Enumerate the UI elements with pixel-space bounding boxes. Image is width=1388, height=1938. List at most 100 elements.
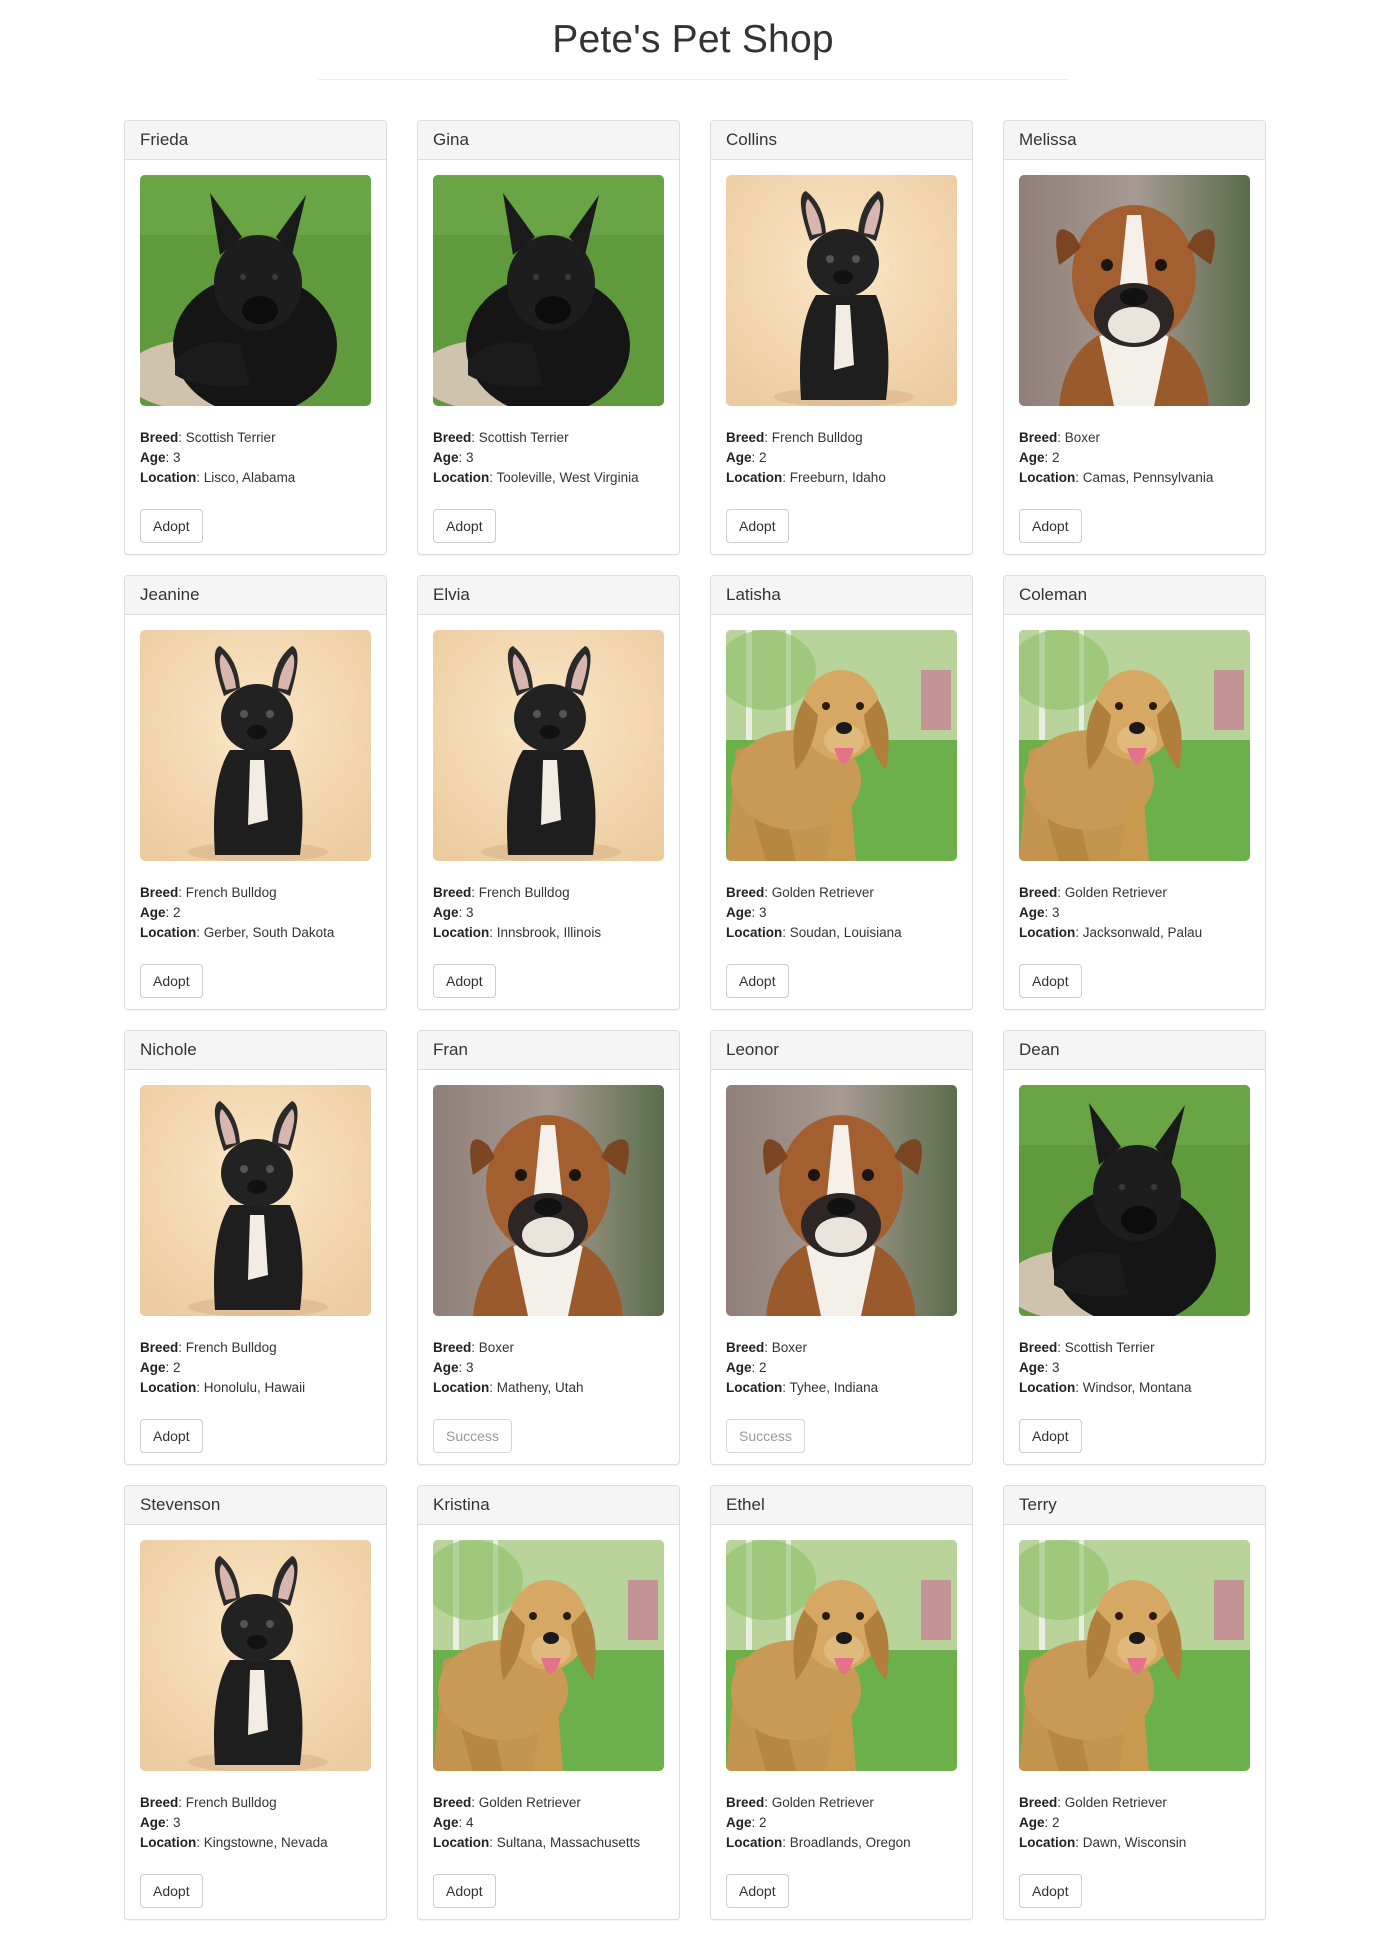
pet-age: 2 — [173, 1360, 181, 1375]
pet-card-body: Breed: French Bulldog Age: 2 Location: G… — [125, 615, 386, 1013]
adopt-button[interactable]: Adopt — [1019, 1419, 1082, 1453]
adopt-button[interactable]: Adopt — [140, 1419, 203, 1453]
pet-age-row: Age: 3 — [140, 1815, 181, 1830]
boxer-photo — [1019, 175, 1250, 406]
location-label: Location — [433, 1835, 490, 1850]
pet-card: Gina Breed: Scottish Terrier Age: 3 Loca… — [417, 120, 680, 555]
success-button[interactable]: Success — [726, 1419, 805, 1453]
pet-card-body: Breed: Boxer Age: 2 Location: Tyhee, Ind… — [711, 1070, 972, 1468]
pet-card-body: Breed: Golden Retriever Age: 4 Location:… — [418, 1525, 679, 1923]
scottish-terrier-photo — [433, 175, 664, 406]
breed-label: Breed — [726, 430, 765, 445]
adopt-button[interactable]: Adopt — [726, 509, 789, 543]
pet-breed-row: Breed: Golden Retriever — [726, 885, 874, 900]
breed-label: Breed — [140, 430, 179, 445]
pet-breed-row: Breed: French Bulldog — [140, 1340, 277, 1355]
pet-age-row: Age: 3 — [433, 1360, 474, 1375]
pet-breed-row: Breed: Scottish Terrier — [1019, 1340, 1155, 1355]
pet-card: Dean Breed: Scottish Terrier Age: 3 Loca… — [1003, 1030, 1266, 1465]
pet-card: Frieda Breed: Scottish Terrier Age: 3 Lo… — [124, 120, 387, 555]
location-label: Location — [140, 470, 197, 485]
pet-breed-row: Breed: Golden Retriever — [433, 1795, 581, 1810]
pet-location: Broadlands, Oregon — [789, 1835, 911, 1850]
pet-breed: Scottish Terrier — [185, 430, 276, 445]
age-label: Age — [433, 1360, 459, 1375]
pet-age-row: Age: 2 — [140, 1360, 181, 1375]
pet-age: 2 — [759, 1360, 767, 1375]
pet-breed-row: Breed: Boxer — [1019, 430, 1101, 445]
pet-location: Dawn, Wisconsin — [1082, 1835, 1187, 1850]
age-label: Age — [140, 905, 166, 920]
adopt-button[interactable]: Adopt — [433, 1874, 496, 1908]
adopt-button[interactable]: Adopt — [1019, 509, 1082, 543]
pet-location: Matheny, Utah — [496, 1380, 584, 1395]
pet-info: Breed: Golden Retriever Age: 3 Location:… — [1019, 883, 1250, 943]
pet-breed-row: Breed: French Bulldog — [140, 1795, 277, 1810]
adopt-button[interactable]: Adopt — [140, 509, 203, 543]
pet-name: Elvia — [418, 576, 679, 615]
boxer-photo — [726, 1085, 957, 1316]
pet-age: 3 — [1052, 905, 1060, 920]
breed-label: Breed — [433, 1795, 472, 1810]
pet-breed: Golden Retriever — [771, 1795, 874, 1810]
adopt-button[interactable]: Adopt — [726, 1874, 789, 1908]
pet-card-body: Breed: French Bulldog Age: 2 Location: H… — [125, 1070, 386, 1468]
pet-name: Fran — [418, 1031, 679, 1070]
pet-age: 2 — [759, 450, 767, 465]
pet-age-row: Age: 3 — [1019, 1360, 1060, 1375]
age-label: Age — [140, 1815, 166, 1830]
pet-breed-row: Breed: Golden Retriever — [1019, 885, 1167, 900]
pet-location: Gerber, South Dakota — [203, 925, 335, 940]
breed-label: Breed — [726, 1340, 765, 1355]
pet-location-row: Location: Broadlands, Oregon — [726, 1835, 911, 1850]
breed-label: Breed — [1019, 885, 1058, 900]
pet-location-row: Location: Jacksonwald, Palau — [1019, 925, 1203, 940]
adopt-button[interactable]: Adopt — [433, 509, 496, 543]
pet-location: Lisco, Alabama — [203, 470, 296, 485]
breed-label: Breed — [140, 1340, 179, 1355]
pet-location: Tooleville, West Virginia — [496, 470, 639, 485]
adopt-button[interactable]: Adopt — [726, 964, 789, 998]
pet-age-row: Age: 2 — [1019, 450, 1060, 465]
adopt-button[interactable]: Adopt — [1019, 1874, 1082, 1908]
location-label: Location — [1019, 470, 1076, 485]
pet-card-body: Breed: Golden Retriever Age: 3 Location:… — [1004, 615, 1265, 1013]
pet-breed-row: Breed: Scottish Terrier — [140, 430, 276, 445]
age-label: Age — [140, 1360, 166, 1375]
location-label: Location — [433, 470, 490, 485]
location-label: Location — [1019, 1835, 1076, 1850]
pet-name: Stevenson — [125, 1486, 386, 1525]
pet-card-body: Breed: Boxer Age: 2 Location: Camas, Pen… — [1004, 160, 1265, 558]
pet-name: Nichole — [125, 1031, 386, 1070]
location-label: Location — [1019, 925, 1076, 940]
pet-name: Collins — [711, 121, 972, 160]
pet-card: Ethel Breed: Golden Retriever Age: 2 Loc… — [710, 1485, 973, 1920]
pet-card-body: Breed: French Bulldog Age: 2 Location: F… — [711, 160, 972, 558]
pet-age: 3 — [173, 1815, 181, 1830]
location-label: Location — [726, 1380, 783, 1395]
pet-breed: Boxer — [771, 1340, 808, 1355]
pet-breed: Scottish Terrier — [478, 430, 569, 445]
pet-location: Honolulu, Hawaii — [203, 1380, 306, 1395]
adopt-button[interactable]: Adopt — [1019, 964, 1082, 998]
golden-retriever-photo — [1019, 630, 1250, 861]
location-label: Location — [140, 925, 197, 940]
pet-info: Breed: French Bulldog Age: 2 Location: F… — [726, 428, 957, 488]
pet-card: Melissa Breed: Boxer Age: 2 Location: Ca… — [1003, 120, 1266, 555]
pet-breed-row: Breed: French Bulldog — [433, 885, 570, 900]
pet-location-row: Location: Kingstowne, Nevada — [140, 1835, 328, 1850]
french-bulldog-photo — [140, 1540, 371, 1771]
location-label: Location — [433, 925, 490, 940]
pet-card: Stevenson Breed: French Bulldog Age: 3 L… — [124, 1485, 387, 1920]
adopt-button[interactable]: Adopt — [433, 964, 496, 998]
pet-location-row: Location: Windsor, Montana — [1019, 1380, 1192, 1395]
success-button[interactable]: Success — [433, 1419, 512, 1453]
age-label: Age — [433, 450, 459, 465]
location-label: Location — [433, 1380, 490, 1395]
age-label: Age — [726, 1815, 752, 1830]
location-label: Location — [140, 1835, 197, 1850]
page-header: Pete's Pet Shop — [318, 0, 1068, 80]
age-label: Age — [726, 905, 752, 920]
adopt-button[interactable]: Adopt — [140, 964, 203, 998]
adopt-button[interactable]: Adopt — [140, 1874, 203, 1908]
